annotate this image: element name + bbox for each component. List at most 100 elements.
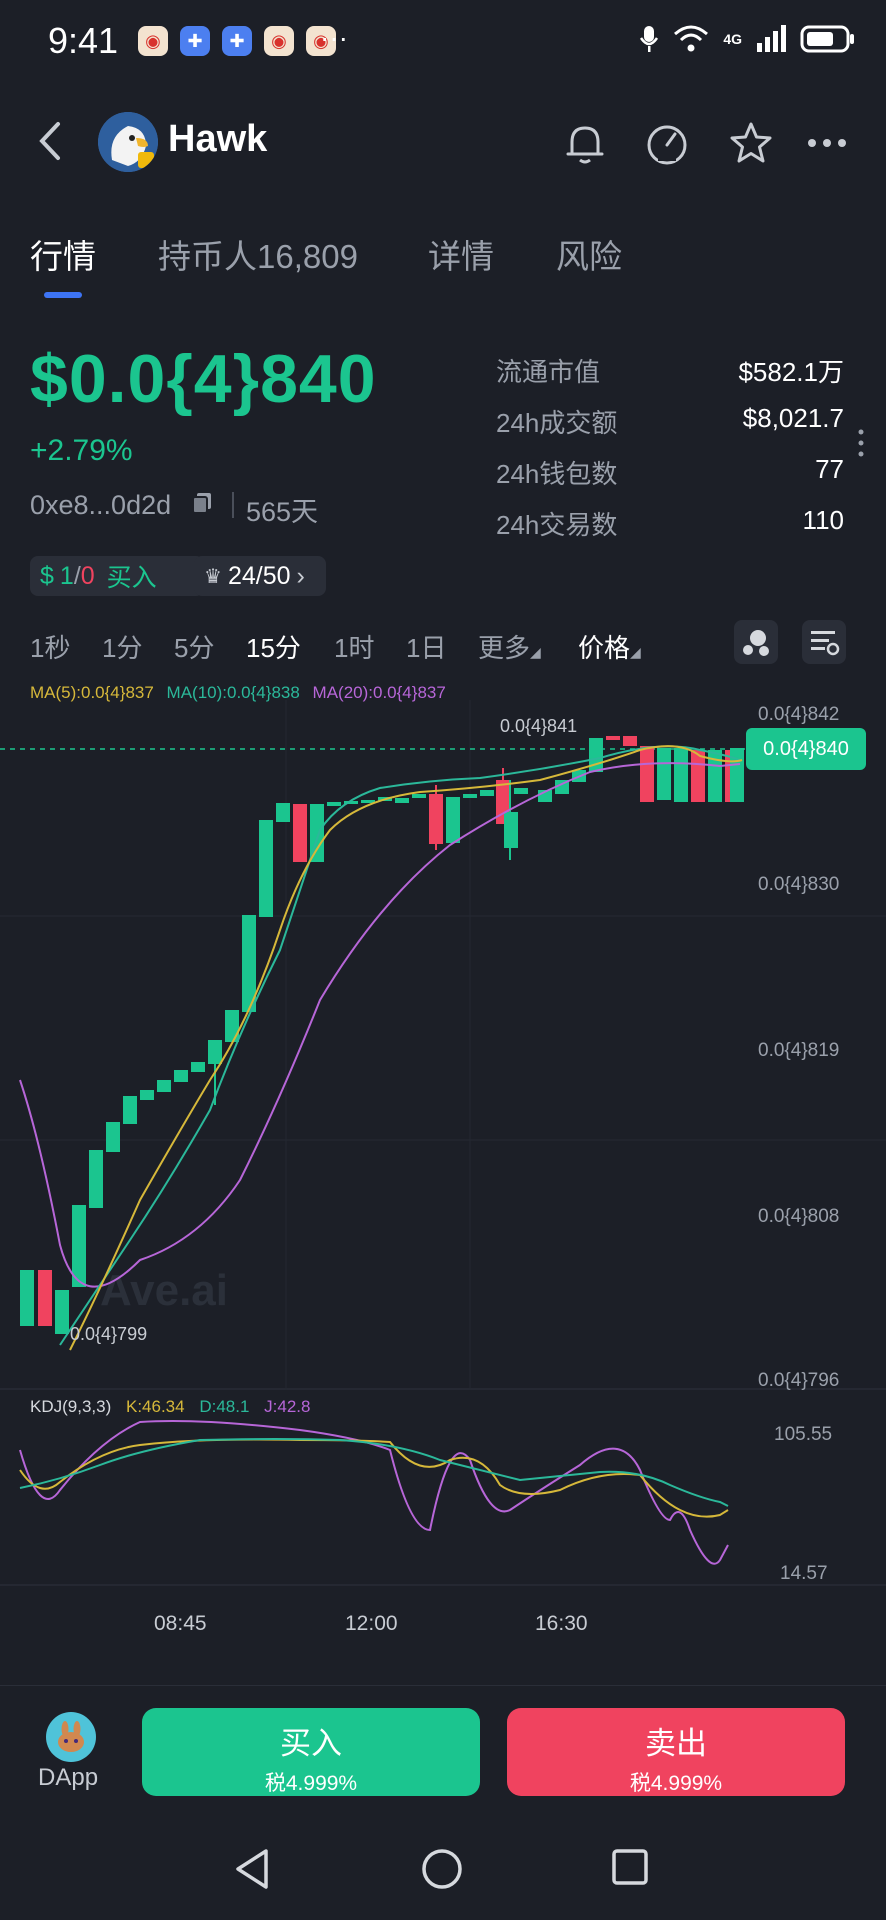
- candle: [412, 794, 426, 798]
- buy-sell-ratio-chip[interactable]: $ 1 / 0 买入: [30, 556, 204, 596]
- divider: [232, 492, 234, 518]
- tab-market[interactable]: 行情: [30, 230, 96, 278]
- network-type: 4G: [723, 31, 742, 47]
- timeframe-5m[interactable]: 5分: [174, 628, 214, 665]
- candle: [606, 736, 620, 740]
- dapp-button[interactable]: [46, 1712, 96, 1762]
- timeframe-more[interactable]: 更多◢: [478, 628, 541, 665]
- eagle-logo-icon: [98, 112, 158, 172]
- ma10-line: [59, 745, 741, 1346]
- gauge-icon: [647, 125, 687, 165]
- bell-icon: [566, 126, 604, 164]
- pancake-bunny-icon: [58, 1721, 84, 1752]
- back-button[interactable]: [36, 118, 66, 175]
- candle: [293, 804, 307, 862]
- more-button[interactable]: [802, 118, 852, 168]
- sell-button[interactable]: 卖出 税4.999%: [507, 1708, 845, 1796]
- chevron-right-icon: ›: [296, 561, 305, 590]
- candle: [123, 1096, 137, 1124]
- candle: [191, 1062, 205, 1072]
- wifi-icon: [674, 25, 709, 52]
- speed-button[interactable]: [642, 118, 692, 168]
- copy-icon[interactable]: [191, 491, 213, 522]
- buy-tax-label: 税4.999%: [264, 1772, 358, 1795]
- nav-back-icon[interactable]: [232, 1847, 272, 1891]
- stat-value-mcap: $582.1万: [738, 357, 844, 387]
- money-bag-icon: $: [40, 561, 54, 590]
- candle: [514, 788, 528, 794]
- stat-value-volume: $8,021.7: [742, 403, 844, 433]
- candle: [208, 1040, 222, 1064]
- nav-recents-icon[interactable]: [610, 1847, 650, 1887]
- price-toggle[interactable]: 价格◢: [578, 628, 641, 665]
- kdj-tick: 105.55: [774, 1424, 832, 1445]
- x-tick: 16:30: [535, 1612, 588, 1635]
- token-age: 565天: [246, 497, 319, 527]
- chevron-left-icon: [39, 122, 60, 160]
- chart-settings-button[interactable]: [802, 620, 846, 664]
- more-notifications-icon: ···: [320, 22, 348, 53]
- candles: [20, 736, 744, 1334]
- rank-chip[interactable]: ♛ 24/50 ›: [194, 556, 326, 596]
- star-icon: [730, 122, 772, 163]
- weibo-icon: ◉: [264, 26, 294, 56]
- nav-home-icon[interactable]: [420, 1847, 464, 1891]
- y-tick: 0.0{4}830: [758, 874, 839, 895]
- notification-icons: ◉ ✚ ✚ ◉ ◉: [138, 26, 336, 56]
- x-tick: 08:45: [154, 1612, 207, 1635]
- tab-risk[interactable]: 风险: [556, 230, 622, 278]
- candle: [640, 746, 654, 802]
- drawing-tools-button[interactable]: [734, 620, 778, 664]
- kdj-j-line: [19, 1420, 729, 1565]
- weibo-icon: ◉: [138, 26, 168, 56]
- tab-holders[interactable]: 持币人16,809: [158, 230, 358, 278]
- watermark: Ave.ai: [100, 1266, 228, 1315]
- stat-value-trades: 110: [802, 505, 844, 535]
- x-tick: 12:00: [345, 1612, 398, 1635]
- contract-address[interactable]: 0xe8...0d2d: [30, 490, 213, 522]
- candle: [140, 1090, 154, 1100]
- candle: [174, 1070, 188, 1082]
- battery-icon: [800, 25, 854, 53]
- timeframe-1h[interactable]: 1时: [334, 628, 374, 665]
- candle: [429, 794, 443, 844]
- candle: [480, 790, 494, 796]
- triangle-icon: ◢: [630, 644, 641, 660]
- status-time: 9:41: [48, 20, 119, 61]
- timeframe-15m[interactable]: 15分: [246, 628, 301, 665]
- stat-label-mcap: 流通市值: [496, 357, 601, 387]
- timeframe-1d[interactable]: 1日: [406, 628, 446, 665]
- candle: [89, 1150, 103, 1208]
- dapp-label[interactable]: DApp: [38, 1764, 98, 1792]
- crown-icon: ♛: [204, 565, 222, 588]
- buy-label: 买入: [106, 564, 157, 592]
- timeframe-1s[interactable]: 1秒: [30, 628, 70, 665]
- triangle-icon: ◢: [530, 644, 541, 660]
- ma5-line: [69, 745, 743, 1351]
- tab-details[interactable]: 详情: [428, 230, 494, 278]
- more-icon: [808, 139, 846, 147]
- puzzle-icon: ✚: [180, 26, 210, 56]
- y-tick: 0.0{4}842: [758, 704, 839, 725]
- status-bar: 9:41 ◉ ✚ ✚ ◉ ◉ ··· 4G: [0, 0, 886, 84]
- stats-more-icon[interactable]: [856, 428, 866, 463]
- current-price-tag: 0.0{4}840: [746, 728, 866, 770]
- candle: [730, 748, 744, 802]
- price-chart[interactable]: Ave.ai 0.0{4}841 0.0{4}799 0.0{4}842 0.0…: [0, 700, 886, 1390]
- buy-button-label: 买入: [280, 1726, 342, 1761]
- favorite-button[interactable]: [726, 118, 776, 168]
- sell-button-label: 卖出: [645, 1726, 707, 1761]
- kdj-tick: 14.57: [780, 1563, 828, 1584]
- timeframe-1m[interactable]: 1分: [102, 628, 142, 665]
- kdj-chart[interactable]: 105.55 14.57: [0, 1410, 886, 1600]
- alert-button[interactable]: [560, 118, 610, 168]
- buy-button[interactable]: 买入 税4.999%: [142, 1708, 480, 1796]
- candle: [157, 1080, 171, 1092]
- y-tick: 0.0{4}808: [758, 1206, 839, 1227]
- candle: [225, 1010, 239, 1042]
- more-label: 更多: [478, 633, 531, 663]
- candle: [38, 1270, 52, 1326]
- kdj-d-line: [19, 1438, 729, 1507]
- candle: [674, 748, 688, 802]
- signal-icon: [757, 25, 786, 52]
